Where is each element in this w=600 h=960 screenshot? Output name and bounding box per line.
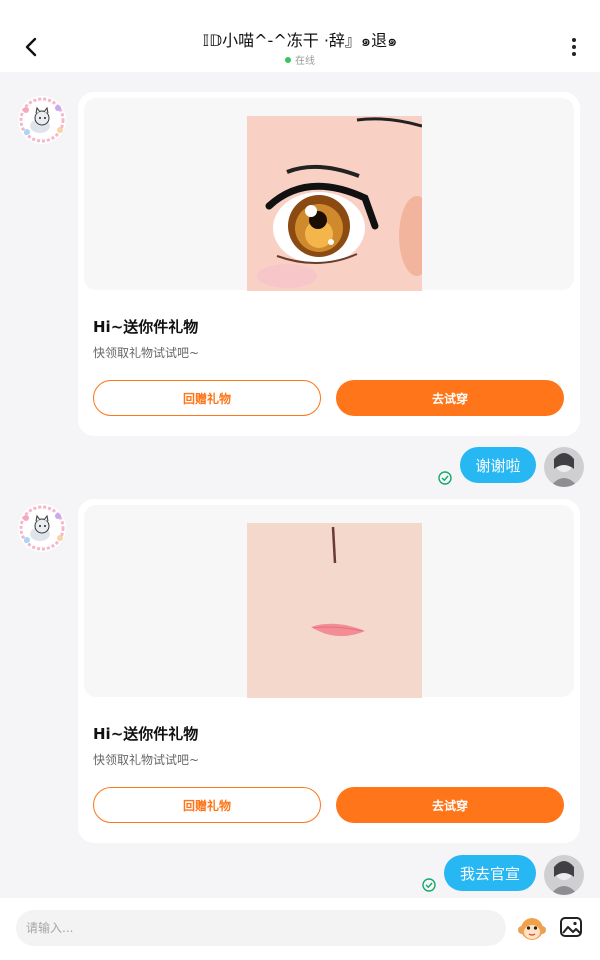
gift-card: Hi~送你件礼物 快领取礼物试试吧~ 回赠礼物 去试穿 [78, 92, 580, 436]
cat-avatar-image [18, 96, 66, 144]
my-avatar[interactable] [544, 855, 584, 895]
return-gift-button[interactable]: 回赠礼物 [93, 380, 321, 416]
try-on-button[interactable]: 去试穿 [336, 787, 564, 823]
contact-avatar[interactable] [18, 504, 66, 552]
chat-header: 𝕀𝔻小喵^-^冻干 ·辞』๑退๑ 在线 [0, 0, 600, 72]
outgoing-message-bubble[interactable]: 谢谢啦 [460, 447, 536, 483]
gift-item-image-eye [247, 116, 422, 291]
read-check-icon [438, 471, 452, 485]
gift-card-subtitle: 快领取礼物试试吧~ [93, 753, 200, 767]
contact-avatar[interactable] [18, 96, 66, 144]
more-dot [572, 52, 576, 56]
image-icon [560, 917, 582, 937]
chevron-left-icon [25, 37, 37, 57]
chat-title-area: 𝕀𝔻小喵^-^冻干 ·辞』๑退๑ 在线 [120, 30, 480, 67]
more-dot [572, 45, 576, 49]
emoji-button[interactable] [516, 913, 548, 945]
gift-card-subtitle: 快领取礼物试试吧~ [93, 346, 200, 360]
composer-bar [0, 898, 600, 960]
monkey-emoji-icon [518, 918, 546, 940]
gift-item-image-nose-mouth [247, 523, 422, 698]
more-options-button[interactable] [562, 32, 586, 62]
message-input[interactable] [16, 910, 506, 946]
read-check-icon [422, 878, 436, 892]
cat-avatar-image [18, 504, 66, 552]
contact-name: 𝕀𝔻小喵^-^冻干 ·辞』๑退๑ [202, 31, 398, 50]
user-avatar-image [544, 855, 584, 895]
outgoing-message-bubble[interactable]: 我去官宣 [444, 855, 536, 891]
my-avatar[interactable] [544, 447, 584, 487]
online-status: 在线 [120, 52, 480, 67]
gift-card-title: Hi~送你件礼物 [93, 318, 199, 336]
gift-preview-area [84, 98, 574, 291]
image-picker-button[interactable] [559, 915, 583, 939]
gift-card-title: Hi~送你件礼物 [93, 725, 199, 743]
online-dot [285, 56, 291, 63]
back-button[interactable] [14, 30, 48, 64]
online-status-text: 在线 [295, 56, 315, 67]
try-on-button[interactable]: 去试穿 [336, 380, 564, 416]
user-avatar-image [544, 447, 584, 487]
gift-preview-area [84, 505, 574, 698]
return-gift-button[interactable]: 回赠礼物 [93, 787, 321, 823]
gift-card: Hi~送你件礼物 快领取礼物试试吧~ 回赠礼物 去试穿 [78, 499, 580, 843]
more-dot [572, 38, 576, 42]
